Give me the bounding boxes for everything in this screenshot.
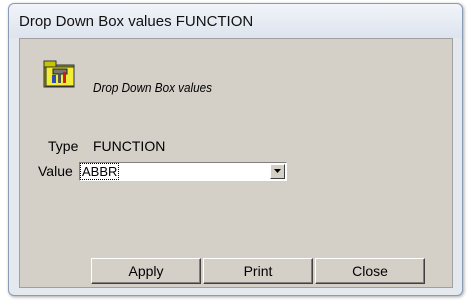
window-title: Drop Down Box values FUNCTION bbox=[19, 13, 254, 30]
dialog-body: Drop Down Box values Type FUNCTION Value… bbox=[19, 38, 453, 288]
value-dropdown-selected: ABBR bbox=[79, 163, 120, 180]
value-dropdown[interactable]: ABBR bbox=[79, 162, 287, 181]
title-bar[interactable]: Drop Down Box values FUNCTION bbox=[9, 4, 462, 38]
dropdown-arrow-button[interactable] bbox=[270, 164, 285, 179]
print-button[interactable]: Print bbox=[203, 258, 313, 284]
type-value: FUNCTION bbox=[93, 138, 166, 154]
header-text: Drop Down Box values bbox=[93, 80, 213, 95]
dialog-window: Drop Down Box values FUNCTION Drop Down … bbox=[8, 3, 463, 296]
apply-button[interactable]: Apply bbox=[91, 258, 201, 284]
type-label: Type bbox=[48, 138, 79, 154]
close-button[interactable]: Close bbox=[315, 258, 425, 284]
value-label: Value bbox=[38, 163, 73, 179]
tools-folder-icon bbox=[43, 60, 77, 90]
chevron-down-icon bbox=[274, 169, 281, 173]
